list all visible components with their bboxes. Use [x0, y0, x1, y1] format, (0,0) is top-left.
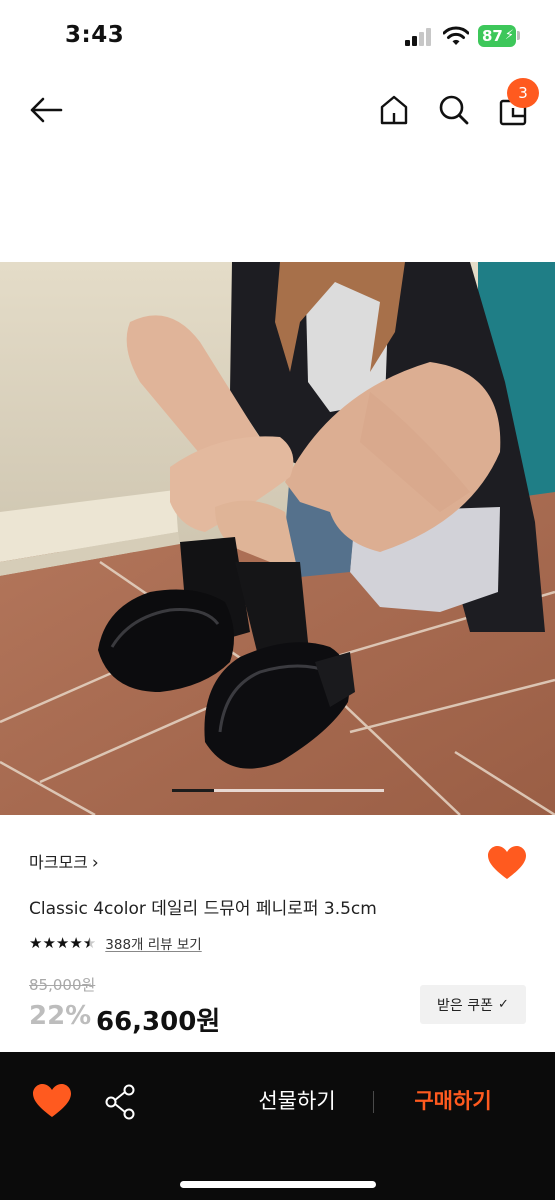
- heart-icon: [33, 1084, 71, 1117]
- star-icon: ★: [55, 934, 69, 952]
- sale-price: 66,300원: [96, 1007, 221, 1037]
- battery-icon: 87 ⚡: [478, 25, 516, 47]
- image-carousel-indicator: [172, 789, 384, 792]
- rating-row: ★ ★ ★ ★ ★ 388개 리뷰 보기: [29, 933, 202, 953]
- brand-link[interactable]: 마크모크 ›: [29, 849, 99, 873]
- home-button[interactable]: [372, 88, 416, 132]
- bottom-bar-divider: [373, 1091, 374, 1113]
- wifi-icon: [442, 25, 470, 47]
- share-button[interactable]: [98, 1080, 142, 1124]
- half-star-icon: ★: [82, 934, 96, 952]
- star-icon: ★: [69, 934, 82, 952]
- original-price: 85,000원: [29, 976, 96, 994]
- star-icon: ★: [29, 934, 42, 952]
- coupon-button[interactable]: 받은 쿠폰 ✓: [420, 985, 526, 1024]
- carousel-active-segment: [172, 789, 215, 792]
- chevron-right-icon: ›: [91, 853, 99, 873]
- home-indicator: [180, 1181, 376, 1188]
- brand-name: 마크모크: [29, 853, 88, 872]
- charging-bolt-icon: ⚡: [504, 28, 514, 43]
- home-icon: [380, 95, 408, 125]
- share-icon: [105, 1084, 135, 1120]
- cellular-signal-icon: [405, 28, 435, 46]
- like-button[interactable]: [485, 842, 529, 886]
- status-time: 3:43: [65, 22, 125, 48]
- heart-icon: [488, 846, 526, 879]
- search-icon: [439, 95, 469, 125]
- product-title: Classic 4color 데일리 드뮤어 페니로퍼 3.5cm: [29, 899, 377, 919]
- cart-count-badge: 3: [507, 78, 539, 108]
- rating-stars: ★ ★ ★ ★ ★: [29, 934, 96, 952]
- gift-button[interactable]: 선물하기: [230, 1085, 364, 1119]
- bottom-action-bar: [0, 1052, 555, 1200]
- checkmark-icon: ✓: [498, 997, 509, 1012]
- coupon-label: 받은 쿠폰: [437, 997, 494, 1014]
- status-bar: 3:43 87 ⚡: [0, 0, 555, 75]
- arrow-left-icon: [30, 97, 63, 123]
- battery-cap: [517, 31, 520, 40]
- star-icon: ★: [42, 934, 55, 952]
- buy-button[interactable]: 구매하기: [386, 1085, 520, 1119]
- bottom-like-button[interactable]: [30, 1080, 74, 1124]
- battery-level: 87: [482, 27, 503, 45]
- product-photo[interactable]: [0, 262, 555, 815]
- back-button[interactable]: [24, 88, 68, 132]
- review-link[interactable]: 388개 리뷰 보기: [105, 933, 201, 953]
- discount-rate: 22%: [29, 1001, 92, 1031]
- search-button[interactable]: [432, 88, 476, 132]
